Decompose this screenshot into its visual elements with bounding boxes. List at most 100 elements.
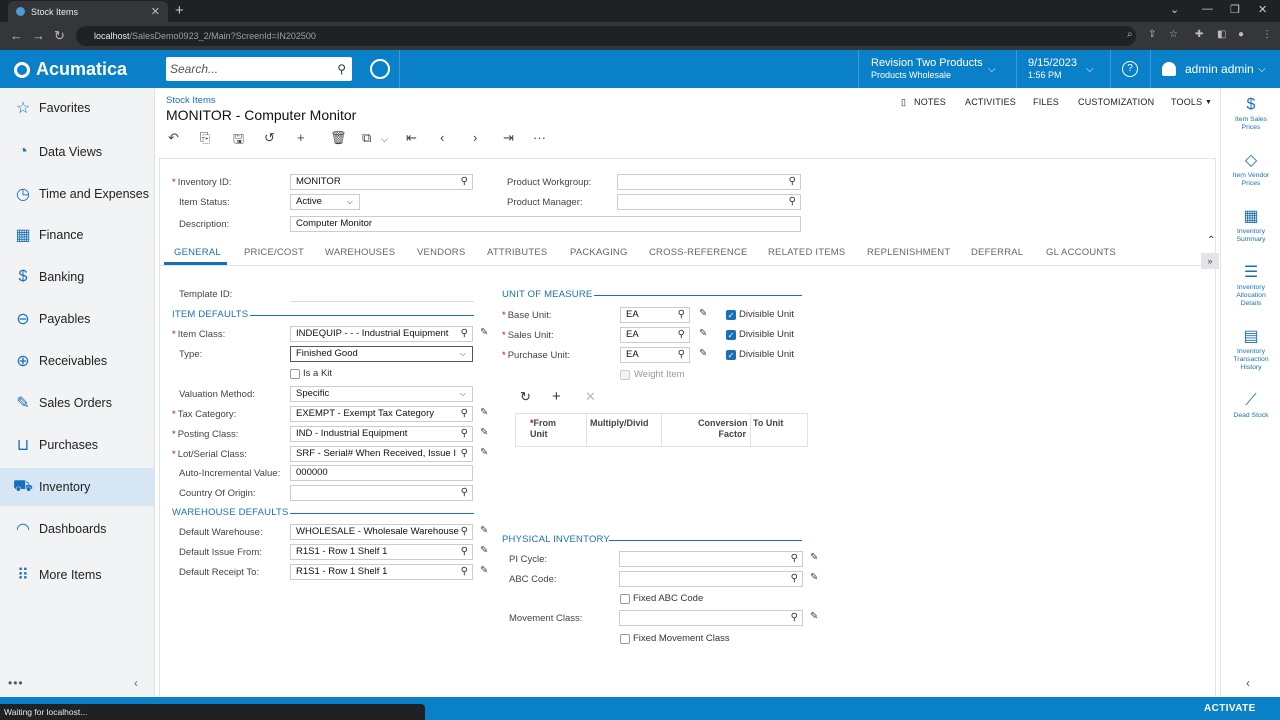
edit-pencil-icon[interactable]: ✎	[810, 572, 818, 583]
minimize-icon[interactable]: —	[1202, 3, 1213, 15]
tab-gl-accounts[interactable]: GL ACCOUNTS	[1046, 247, 1116, 258]
collapse-sidebar-icon[interactable]: ‹	[134, 676, 138, 690]
sidebar-item-banking[interactable]: $ Banking	[0, 258, 155, 296]
sidebar-item-data-views[interactable]: ◔ Data Views	[0, 133, 155, 171]
item-vendor-prices-link[interactable]: ◇ Item Vendor Prices	[1221, 152, 1280, 188]
browser-menu-icon[interactable]: ⋮	[1262, 29, 1272, 40]
edit-pencil-icon[interactable]: ✎	[480, 525, 488, 536]
activities-link[interactable]: ACTIVITIES	[965, 97, 1016, 107]
share-icon[interactable]: ⇪	[1148, 29, 1156, 40]
chevron-down-icon[interactable]: ⌵	[1258, 64, 1266, 75]
description-field[interactable]: Computer Monitor	[290, 216, 801, 232]
sidebar-item-sales-orders[interactable]: ✎ Sales Orders	[0, 384, 155, 422]
search-icon[interactable]: ⚲	[675, 328, 685, 342]
reload-icon[interactable]: ↻	[54, 28, 65, 44]
item-status-select[interactable]: Active ⌵	[290, 194, 360, 210]
previous-record-icon[interactable]: ‹	[440, 130, 444, 145]
edit-pencil-icon[interactable]: ✎	[699, 308, 707, 319]
save-icon[interactable]: 🖫	[233, 130, 244, 152]
search-icon[interactable]: ⚲	[786, 195, 796, 209]
lot-serial-class-field[interactable]: SRF - Serial# When Received, Issue I ⚲	[290, 446, 473, 462]
item-class-field[interactable]: INDEQUIP - - - Industrial Equipment ⚲	[290, 326, 473, 342]
tab-attributes[interactable]: ATTRIBUTES	[487, 247, 547, 258]
more-actions-icon[interactable]: ···	[533, 130, 546, 145]
search-icon[interactable]: ⚲	[458, 175, 468, 189]
forward-icon[interactable]: →	[32, 28, 45, 43]
zoom-icon[interactable]: ⌕	[1127, 29, 1133, 40]
chevron-down-icon[interactable]: ⌵	[381, 134, 388, 145]
sidepanel-icon[interactable]: ◧	[1217, 29, 1226, 40]
back-arrow-icon[interactable]: ↶	[168, 130, 179, 146]
search-icon[interactable]: ⚲	[458, 327, 468, 341]
profile-icon[interactable]: ●	[1238, 29, 1244, 40]
last-record-icon[interactable]: ⇥	[503, 130, 514, 146]
search-icon[interactable]: ⚲	[458, 525, 468, 539]
sales-divisible-checkbox[interactable]: ✓	[726, 330, 736, 340]
tab-price-cost[interactable]: PRICE/COST	[244, 247, 304, 258]
dead-stock-link[interactable]: ⟋ Dead Stock	[1221, 392, 1280, 420]
default-warehouse-field[interactable]: WHOLESALE - Wholesale Warehouse ⚲	[290, 524, 473, 540]
tab-deferral[interactable]: DEFERRAL	[971, 247, 1023, 258]
caret-down-icon[interactable]: ▼	[1205, 99, 1212, 106]
movement-class-field[interactable]: ⚲	[619, 610, 803, 626]
delete-icon[interactable]: 🗑	[330, 130, 347, 146]
search-icon[interactable]: ⚲	[458, 447, 468, 461]
search-icon[interactable]: ⚲	[458, 545, 468, 559]
search-icon[interactable]: ⚲	[786, 175, 796, 189]
browser-tab[interactable]: Stock Items ✕	[8, 1, 168, 22]
grid-header-from-unit[interactable]: *From Unit	[530, 418, 556, 440]
sidebar-item-finance[interactable]: ▦ Finance	[0, 216, 155, 254]
tab-warehouses[interactable]: WAREHOUSES	[325, 247, 395, 258]
close-tab-icon[interactable]: ✕	[151, 5, 160, 18]
default-issue-field[interactable]: R1S1 - Row 1 Shelf 1 ⚲	[290, 544, 473, 560]
back-icon[interactable]: ←	[10, 28, 23, 43]
fixed-movement-checkbox[interactable]	[620, 634, 630, 644]
search-icon[interactable]: ⚲	[788, 572, 798, 586]
search-icon[interactable]: ⚲	[337, 57, 346, 81]
auto-incremental-field[interactable]: 000000	[290, 465, 473, 481]
sidebar-item-more-items[interactable]: ⠿ More Items	[0, 556, 155, 594]
edit-pencil-icon[interactable]: ✎	[810, 611, 818, 622]
chevron-down-icon[interactable]: ⌵	[1086, 64, 1094, 75]
search-icon[interactable]: ⚲	[788, 611, 798, 625]
maximize-icon[interactable]: ❐	[1230, 3, 1240, 16]
search-icon[interactable]: ⚲	[458, 407, 468, 421]
sidebar-item-receivables[interactable]: ⊕ Receivables	[0, 342, 155, 380]
tab-packaging[interactable]: PACKAGING	[570, 247, 628, 258]
search-icon[interactable]: ⚲	[458, 427, 468, 441]
base-divisible-checkbox[interactable]: ✓	[726, 310, 736, 320]
abc-code-field[interactable]: ⚲	[619, 571, 803, 587]
grid-header-multiply[interactable]: Multiply/Divid	[590, 418, 649, 429]
inventory-id-field[interactable]: MONITOR ⚲	[290, 174, 473, 190]
edit-pencil-icon[interactable]: ✎	[480, 427, 488, 438]
default-receipt-field[interactable]: R1S1 - Row 1 Shelf 1 ⚲	[290, 564, 473, 580]
is-kit-checkbox[interactable]	[290, 369, 300, 379]
search-icon[interactable]: ⚲	[675, 308, 685, 322]
tab-search-icon[interactable]: ⌄	[1170, 3, 1179, 16]
sidebar-item-payables[interactable]: ⊖ Payables	[0, 300, 155, 338]
search-icon[interactable]: ⚲	[788, 552, 798, 566]
inventory-allocation-details-link[interactable]: ☰ Inventory Allocation Details	[1221, 264, 1280, 308]
sidebar-item-dashboards[interactable]: ◠ Dashboards	[0, 510, 155, 548]
url-field[interactable]: localhost/SalesDemo0923_2/Main?ScreenId=…	[76, 26, 1136, 46]
new-tab-button[interactable]: +	[175, 2, 184, 19]
edit-pencil-icon[interactable]: ✎	[480, 327, 488, 338]
breadcrumb[interactable]: Stock Items	[166, 95, 216, 106]
grid-header-to-unit[interactable]: To Unit	[753, 418, 783, 429]
more-options-icon[interactable]: •••	[8, 676, 24, 690]
sidebar-item-inventory[interactable]: ⛟ Inventory	[0, 468, 155, 506]
tab-replenishment[interactable]: REPLENISHMENT	[867, 247, 950, 258]
collapse-right-panel-icon[interactable]: ‹	[1246, 676, 1250, 690]
business-date-selector[interactable]: 9/15/2023 1:56 PM	[1028, 57, 1077, 81]
user-menu[interactable]: admin admin	[1162, 62, 1254, 76]
sidebar-item-time-and-expenses[interactable]: ◷ Time and Expenses	[0, 175, 155, 213]
type-select[interactable]: Finished Good ⌵	[290, 346, 473, 362]
tab-related-items[interactable]: RELATED ITEMS	[768, 247, 845, 258]
inventory-transaction-history-link[interactable]: ▤ Inventory Transaction History	[1221, 328, 1280, 372]
edit-pencil-icon[interactable]: ✎	[480, 545, 488, 556]
tab-expand-button[interactable]: »	[1201, 253, 1219, 269]
notes-link[interactable]: NOTES	[914, 97, 946, 107]
tax-category-field[interactable]: EXEMPT - Exempt Tax Category ⚲	[290, 406, 473, 422]
sales-unit-field[interactable]: EA ⚲	[620, 327, 690, 343]
product-workgroup-field[interactable]: ⚲	[617, 174, 801, 190]
